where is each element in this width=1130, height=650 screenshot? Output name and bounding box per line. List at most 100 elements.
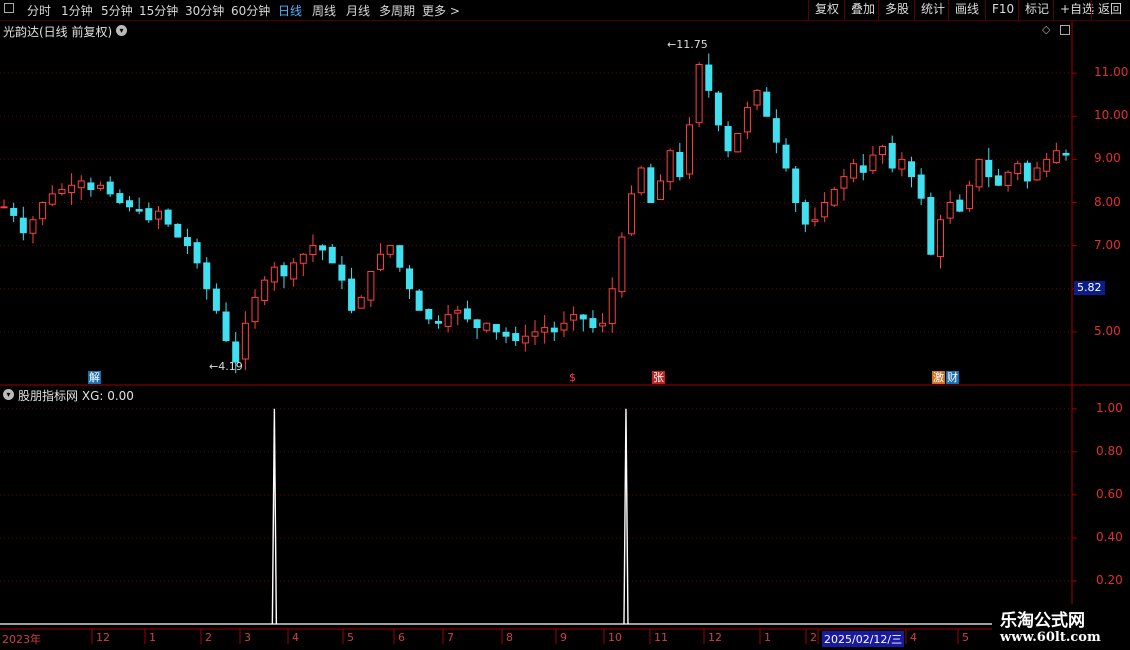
date-axis-label: 2: [205, 631, 212, 644]
candle-body: [328, 246, 336, 264]
candle-body: [1023, 162, 1031, 182]
candle-body: [647, 167, 655, 204]
candle-body: [126, 200, 134, 208]
candle-body: [502, 331, 510, 337]
candle-body: [550, 327, 558, 333]
candle-body: [830, 189, 838, 206]
candle-body: [463, 308, 471, 320]
candle-body: [888, 142, 896, 169]
date-axis-label: 2023年: [2, 633, 41, 646]
high-marker: ←11.75: [667, 38, 708, 51]
candle-body: [367, 271, 375, 301]
candle-body: [154, 210, 162, 220]
candle-body: [164, 209, 172, 225]
candle-body: [299, 253, 307, 264]
candle-body: [589, 318, 597, 329]
candle-body: [936, 219, 944, 258]
indicator-title: 股朋指标网 XG: 0.00: [18, 387, 134, 404]
candle-body: [251, 296, 259, 323]
candle-body: [985, 159, 993, 178]
price-axis-label: 10.00: [1094, 108, 1129, 123]
candle-body: [859, 165, 867, 173]
candle-body: [222, 311, 230, 342]
candle-body: [87, 182, 95, 191]
candle-body: [821, 202, 829, 218]
price-axis-label: 7.00: [1094, 237, 1121, 252]
chart-canvas[interactable]: [0, 0, 1130, 650]
candle-body: [1033, 167, 1041, 181]
candle-body: [869, 154, 877, 171]
event-tag-incentive[interactable]: 激: [932, 371, 945, 384]
high-price-label: 11.75: [676, 38, 708, 51]
candle-body: [212, 288, 220, 311]
candle-body: [763, 91, 771, 117]
candle-body: [599, 322, 607, 327]
date-axis-label: 12: [708, 631, 722, 644]
candle-body: [135, 209, 143, 212]
candle-body: [1004, 171, 1012, 186]
candle-body: [666, 150, 674, 183]
candle-body: [183, 237, 191, 247]
event-tag-finance[interactable]: 财: [946, 371, 959, 384]
candle-body: [319, 245, 327, 251]
watermark-title: 乐淘公式网: [1000, 611, 1085, 631]
date-axis-label: 8: [506, 631, 513, 644]
candle-body: [396, 245, 404, 268]
date-axis-label: 12: [96, 631, 110, 644]
candle-body: [975, 158, 983, 188]
xg-signal-spike: [271, 408, 278, 625]
candle-body: [879, 145, 887, 156]
indicator-name: 股朋指标网: [18, 389, 79, 403]
watermark: 乐淘公式网 www.60lt.com: [992, 604, 1130, 650]
candle-body: [415, 290, 423, 311]
candle-body: [454, 309, 462, 314]
price-axis-label: 9.00: [1094, 151, 1121, 166]
candle-body: [77, 180, 85, 189]
candle-body: [801, 202, 809, 225]
candle-body: [956, 199, 964, 212]
candle-body: [946, 202, 954, 219]
watermark-url: www.60lt.com: [1000, 630, 1101, 645]
date-axis-label: 5: [962, 631, 969, 644]
candle-body: [724, 125, 732, 152]
date-axis-label: 10: [608, 631, 622, 644]
candle-body: [58, 189, 66, 194]
event-tag-unlock[interactable]: 解: [88, 371, 101, 384]
candle-body: [405, 268, 413, 290]
event-tag-dollar[interactable]: $: [568, 371, 577, 384]
candle-body: [444, 314, 452, 327]
candle-body: [570, 314, 578, 321]
candle-body: [377, 253, 385, 270]
candle-body: [628, 193, 636, 235]
price-axis-label: 11.00: [1094, 65, 1129, 80]
date-axis-label: 7: [447, 631, 454, 644]
date-axis-label: 1: [764, 631, 771, 644]
candle-body: [898, 158, 906, 170]
indicator-dropdown-icon[interactable]: ▾: [3, 389, 14, 400]
candle-body: [512, 333, 520, 341]
candle-body: [743, 107, 751, 133]
candle-body: [338, 264, 346, 281]
candle-body: [116, 193, 124, 203]
candle-body: [637, 167, 645, 194]
low-price-label: 4.19: [218, 360, 243, 373]
candle-body: [1052, 150, 1060, 164]
price-axis-label: 5.00: [1094, 323, 1121, 338]
candle-body: [290, 262, 298, 280]
indicator-value: XG: 0.00: [81, 389, 134, 403]
candle-body: [29, 219, 37, 234]
candle-body: [695, 64, 703, 124]
date-axis-label: 6: [398, 631, 405, 644]
candle-body: [782, 144, 790, 169]
arrow-left-icon: ←: [667, 38, 677, 51]
candle-body: [734, 133, 742, 153]
candle-body: [753, 89, 761, 106]
date-axis-label: 3: [244, 631, 251, 644]
indicator-axis-label: 0.40: [1096, 529, 1123, 544]
event-tag-limit[interactable]: 张: [652, 371, 665, 384]
candle-body: [1043, 158, 1051, 172]
candle-body: [425, 309, 433, 320]
low-marker: ←4.19: [209, 360, 243, 373]
candle-body: [483, 322, 491, 331]
candle-body: [560, 322, 568, 331]
